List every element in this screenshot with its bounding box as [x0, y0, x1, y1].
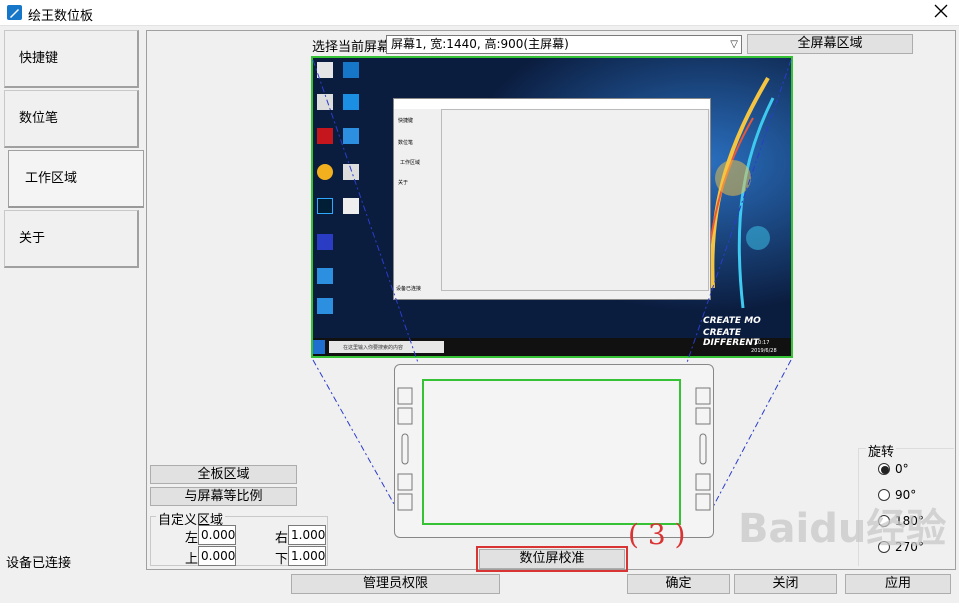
left-label: 左: [185, 531, 199, 546]
right-label: 右: [275, 531, 289, 546]
calibrate-button[interactable]: 数位屏校准: [479, 549, 625, 569]
top-label: 上: [185, 552, 199, 567]
admin-button[interactable]: 管理员权限: [291, 574, 500, 594]
top-field[interactable]: 0.000: [198, 546, 236, 566]
full-tablet-area-button[interactable]: 全板区域: [150, 465, 297, 484]
rotation-label-0: 0°: [895, 462, 909, 476]
apply-button[interactable]: 应用: [845, 574, 951, 594]
ok-button[interactable]: 确定: [627, 574, 730, 594]
watermark: Baidu经验: [738, 506, 947, 552]
step-annotation: ( 3 ): [628, 518, 686, 551]
rotation-radio-0[interactable]: [878, 463, 890, 475]
screen-ratio-button[interactable]: 与屏幕等比例: [150, 487, 297, 506]
bottom-field[interactable]: 1.000: [288, 546, 326, 566]
left-field[interactable]: 0.000: [198, 525, 236, 545]
right-field[interactable]: 1.000: [288, 525, 326, 545]
tablet-active-area[interactable]: [422, 379, 681, 525]
rotation-title: 旋转: [866, 441, 897, 460]
bottom-label: 下: [275, 552, 289, 567]
close-button[interactable]: 关闭: [734, 574, 837, 594]
